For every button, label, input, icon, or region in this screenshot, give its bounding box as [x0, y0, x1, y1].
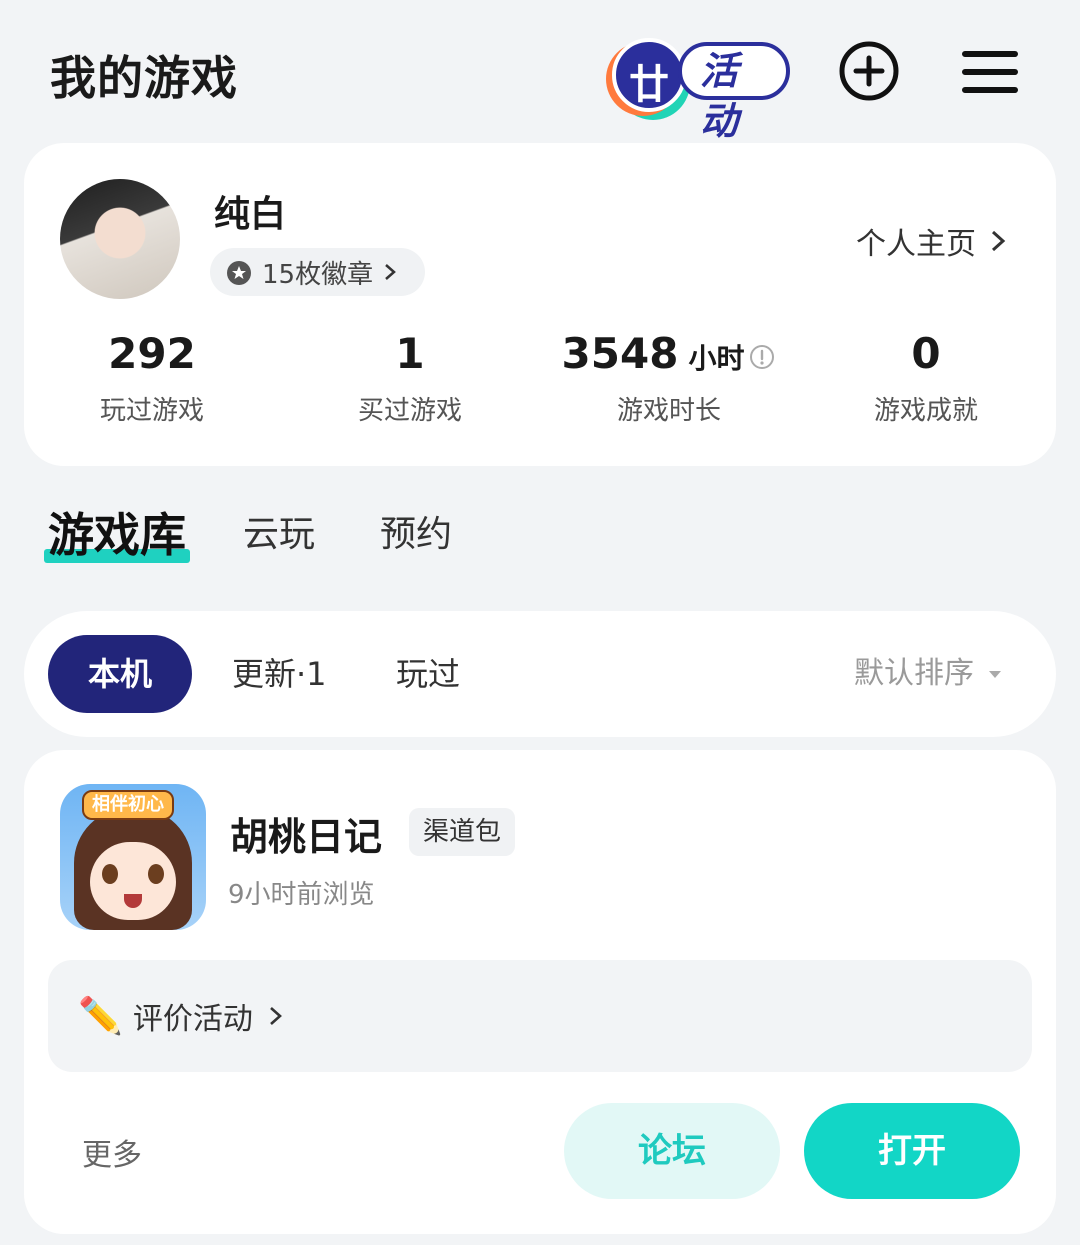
add-button[interactable] — [836, 38, 902, 104]
tab-label: 游戏库 — [48, 508, 186, 562]
plus-circle-icon — [839, 41, 899, 101]
open-button[interactable]: 打开 — [804, 1103, 1020, 1199]
homepage-link[interactable]: 个人主页 — [856, 219, 1012, 263]
game-icon-eye — [102, 864, 118, 884]
game-title[interactable]: 胡桃日记 — [230, 806, 382, 861]
stats-row: 292 玩过游戏 1 买过游戏 3548 小时 游戏时长 0 游戏成就 — [24, 328, 1056, 428]
stat-unit: 小时 — [688, 342, 745, 375]
hamburger-menu-icon — [962, 51, 1018, 93]
filter-local[interactable]: 本机 — [48, 635, 192, 713]
avatar[interactable] — [60, 179, 180, 299]
stat-played-games[interactable]: 292 玩过游戏 — [42, 328, 262, 427]
chevron-right-icon — [991, 230, 1006, 252]
stat-value: 1 — [395, 329, 425, 378]
review-activity-link[interactable]: ✏️ 评价活动 — [48, 960, 1032, 1072]
tab-reservations[interactable]: 预约 — [380, 505, 452, 557]
stat-value: 292 — [108, 329, 196, 378]
tab-label: 云玩 — [243, 514, 316, 555]
last-seen-text: 9小时前浏览 — [228, 880, 375, 910]
pencil-icon: ✏️ — [78, 996, 123, 1037]
activity-glyph: 廿 — [629, 62, 669, 108]
stat-value: 0 — [911, 329, 941, 378]
stat-bought-games[interactable]: 1 买过游戏 — [300, 328, 520, 427]
activity-logo-icon: 廿 — [612, 38, 686, 112]
homepage-label: 个人主页 — [856, 227, 976, 262]
page-title: 我的游戏 — [50, 51, 238, 105]
info-icon[interactable] — [748, 343, 776, 371]
stat-play-time[interactable]: 3548 小时 游戏时长 — [544, 328, 794, 427]
badges-label: 15枚徽章 — [262, 259, 374, 290]
stat-value: 3548 — [561, 329, 679, 378]
menu-button[interactable] — [956, 38, 1022, 104]
main-tabs: 游戏库 云玩 预约 — [0, 505, 1080, 575]
game-card: 相伴初心 胡桃日记 渠道包 9小时前浏览 ✏️ 评价活动 更多 论坛 打开 — [24, 750, 1056, 1234]
chevron-right-icon — [269, 1007, 282, 1025]
activity-button[interactable]: 廿 活动 — [600, 28, 790, 143]
filter-bar: 本机 更新·1 玩过 默认排序 — [24, 611, 1056, 737]
game-icon-banner: 相伴初心 — [82, 790, 174, 820]
profile-card: 纯白 15枚徽章 个人主页 292 玩过游戏 1 买过游戏 3548 小时 游戏… — [24, 143, 1056, 466]
game-icon[interactable]: 相伴初心 — [60, 784, 206, 930]
review-label: 评价活动 — [132, 1002, 253, 1037]
more-button[interactable]: 更多 — [82, 1130, 142, 1174]
badges-button[interactable]: 15枚徽章 — [210, 248, 426, 296]
sort-dropdown[interactable]: 默认排序 — [854, 635, 1006, 713]
filter-played[interactable]: 玩过 — [396, 635, 460, 713]
channel-tag: 渠道包 — [409, 808, 516, 856]
stat-label: 买过游戏 — [357, 396, 462, 426]
game-icon-face — [90, 842, 176, 920]
stat-label: 游戏时长 — [616, 396, 721, 426]
header: 我的游戏 廿 活动 — [0, 0, 1080, 143]
stat-achievements[interactable]: 0 游戏成就 — [816, 328, 1036, 427]
medal-icon — [227, 261, 251, 285]
tab-label: 预约 — [380, 514, 453, 555]
tab-cloud-play[interactable]: 云玩 — [243, 505, 315, 557]
username: 纯白 — [214, 194, 287, 235]
stat-label: 玩过游戏 — [99, 396, 204, 426]
stat-label: 游戏成就 — [873, 396, 978, 426]
filter-updates[interactable]: 更新·1 — [232, 635, 327, 713]
forum-button[interactable]: 论坛 — [564, 1103, 780, 1199]
sort-label: 默认排序 — [854, 656, 974, 691]
game-icon-eye — [148, 864, 164, 884]
caret-down-icon — [989, 671, 1001, 678]
chevron-right-icon — [385, 264, 396, 280]
activity-label: 活动 — [678, 42, 790, 143]
tab-library[interactable]: 游戏库 — [44, 499, 190, 565]
